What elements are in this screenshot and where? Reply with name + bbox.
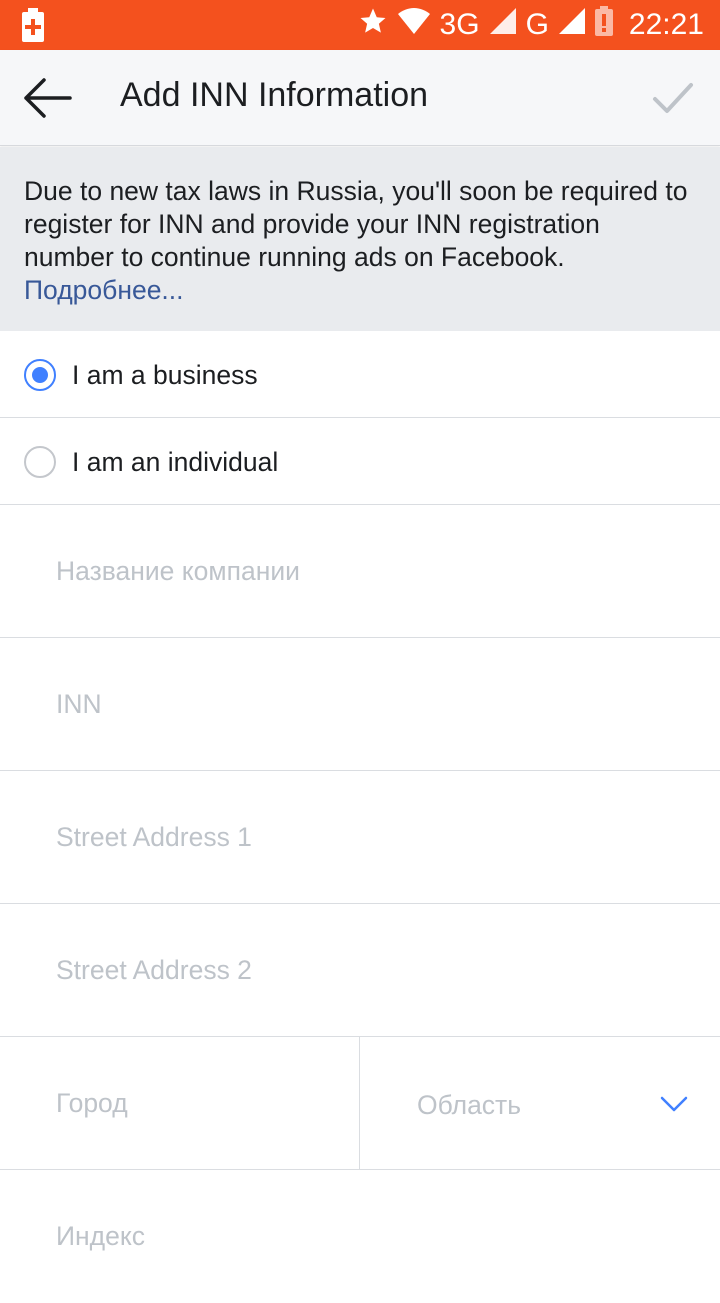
street2-row bbox=[0, 904, 720, 1037]
inn-row bbox=[0, 638, 720, 771]
battery-saver-icon bbox=[22, 8, 44, 47]
tax-notice: Due to new tax laws in Russia, you'll so… bbox=[0, 147, 720, 331]
chevron-down-icon bbox=[660, 1096, 688, 1112]
inn-input[interactable] bbox=[0, 638, 720, 770]
radio-label-business: I am a business bbox=[72, 360, 258, 390]
network-3g-label: 3G bbox=[439, 8, 480, 41]
star-icon bbox=[358, 6, 388, 44]
radio-option-business[interactable]: I am a business bbox=[0, 331, 720, 418]
battery-low-icon bbox=[594, 6, 613, 44]
company-name-input[interactable] bbox=[0, 505, 720, 637]
learn-more-link[interactable]: Подробнее... bbox=[24, 274, 696, 307]
arrow-left-icon bbox=[24, 78, 72, 118]
confirm-button[interactable] bbox=[652, 80, 694, 116]
signal-icon bbox=[489, 8, 516, 42]
radio-button-individual[interactable] bbox=[24, 446, 56, 478]
page-title: Add INN Information bbox=[120, 76, 429, 114]
company-name-row bbox=[0, 505, 720, 638]
check-icon bbox=[653, 83, 693, 113]
region-select[interactable]: Область bbox=[361, 1037, 720, 1170]
status-time: 22:21 bbox=[628, 8, 704, 41]
city-input[interactable] bbox=[0, 1037, 359, 1170]
street-address-2-input[interactable] bbox=[0, 904, 720, 1036]
street1-row bbox=[0, 771, 720, 904]
radio-button-business[interactable] bbox=[24, 359, 56, 391]
zip-row bbox=[0, 1170, 720, 1303]
notice-text: Due to new tax laws in Russia, you'll so… bbox=[24, 176, 688, 272]
region-placeholder: Область bbox=[417, 1090, 521, 1120]
network-g-label: G bbox=[525, 8, 549, 41]
wifi-icon bbox=[397, 8, 430, 42]
app-bar: Add INN Information bbox=[0, 50, 720, 146]
status-bar: 3G G 22:21 bbox=[0, 0, 720, 50]
back-button[interactable] bbox=[22, 76, 74, 120]
radio-label-individual: I am an individual bbox=[72, 447, 279, 477]
zip-input[interactable] bbox=[0, 1170, 720, 1303]
street-address-1-input[interactable] bbox=[0, 771, 720, 903]
radio-option-individual[interactable]: I am an individual bbox=[0, 418, 720, 505]
city-region-row: Область bbox=[0, 1037, 720, 1170]
signal-icon-2 bbox=[558, 8, 585, 42]
city-cell bbox=[0, 1037, 360, 1170]
